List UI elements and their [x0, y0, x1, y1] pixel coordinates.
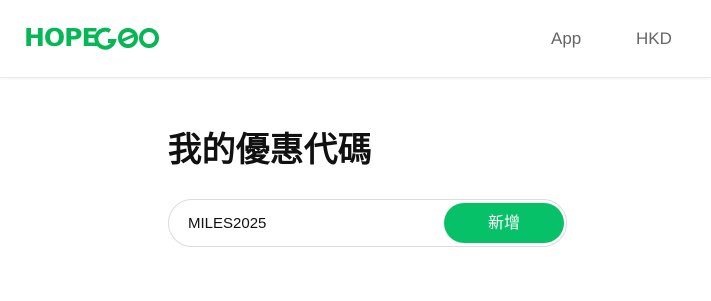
svg-text:HOPE: HOPE	[24, 25, 98, 51]
top-header: HOPE App HKD	[0, 0, 711, 78]
hopegoo-logo[interactable]: HOPE	[24, 25, 162, 51]
hopegoo-logo-mark: HOPE	[24, 25, 159, 51]
nav-app-link[interactable]: App	[551, 29, 581, 49]
promo-code-input[interactable]	[188, 212, 438, 234]
page-title: 我的優惠代碼	[168, 130, 372, 170]
add-promo-button[interactable]: 新增	[444, 203, 564, 243]
currency-selector[interactable]: HKD	[636, 29, 672, 49]
promo-code-form: 新增	[168, 199, 567, 247]
